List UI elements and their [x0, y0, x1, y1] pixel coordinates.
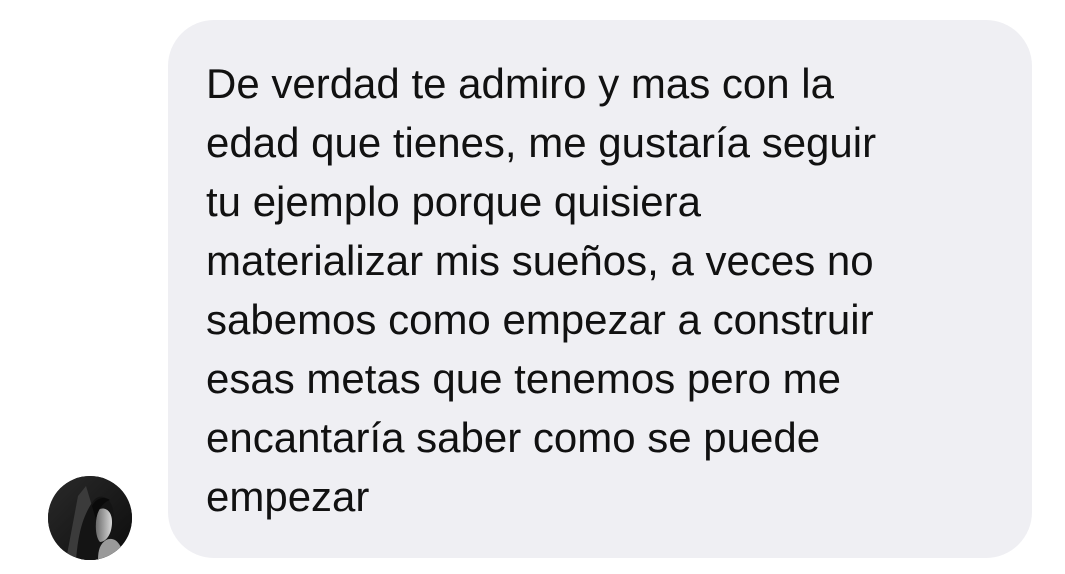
message-line: tu ejemplo porque quisiera	[206, 178, 701, 225]
profile-photo-icon	[48, 476, 132, 560]
message-line: empezar	[206, 473, 370, 520]
message-line: De verdad te admiro y mas con la	[206, 60, 834, 107]
message-line: sabemos como empezar a construir	[206, 296, 874, 343]
message-line: encantaría saber como se puede	[206, 414, 821, 461]
message-line: esas metas que tenemos pero me	[206, 355, 842, 402]
sender-avatar[interactable]	[48, 476, 132, 560]
message-bubble[interactable]: De verdad te admiro y mas con la edad qu…	[168, 20, 1032, 558]
message-line: materializar mis sueños, a veces no	[206, 237, 874, 284]
message-line: edad que tienes, me gustaría seguir	[206, 119, 877, 166]
